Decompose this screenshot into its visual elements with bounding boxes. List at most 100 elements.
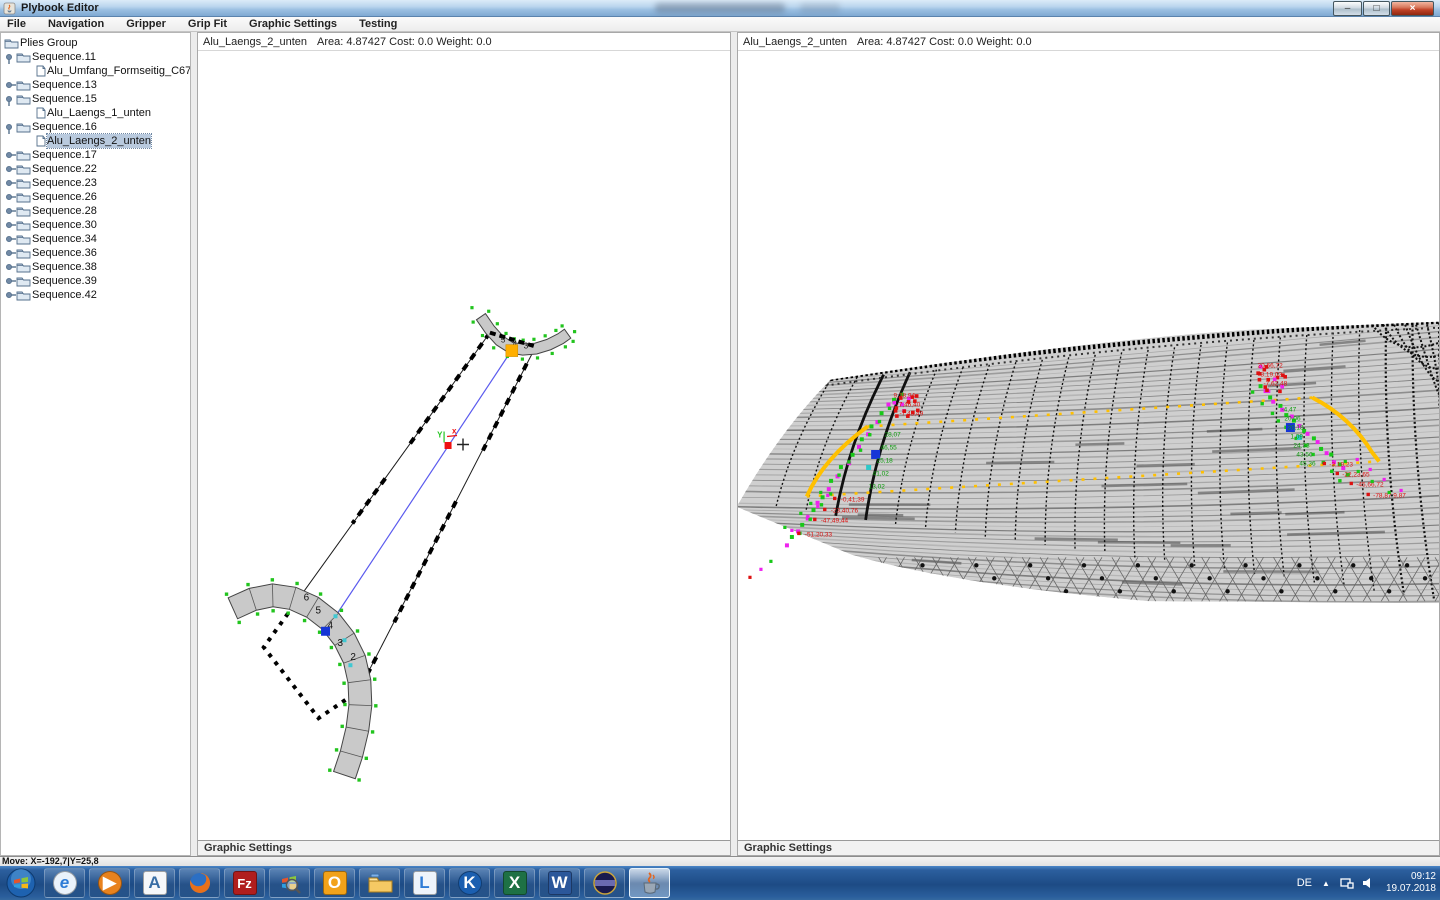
java-app-icon[interactable] [629, 868, 670, 898]
window-titlebar: Plybook Editor – □ × [0, 0, 1440, 17]
word-icon[interactable]: W [539, 868, 580, 898]
tree-item-sequence-34[interactable]: Sequence.34 [1, 232, 190, 246]
background-window-smudge [800, 3, 840, 13]
media-player-icon[interactable]: ▶ [89, 868, 130, 898]
tree-item-sequence-36[interactable]: Sequence.36 [1, 246, 190, 260]
svg-text:-0,41,39: -0,41,39 [841, 496, 865, 503]
keepass-icon-glyph: K [458, 871, 482, 895]
svg-text:9,38,94: 9,38,94 [894, 393, 916, 400]
menu-item-graphic-settings[interactable]: Graphic Settings [238, 17, 348, 32]
java-cup-glyph [639, 871, 661, 895]
svg-text:1,09: 1,09 [1290, 434, 1303, 441]
folder-icon [16, 163, 31, 175]
svg-text:25,18: 25,18 [877, 457, 894, 464]
folder-icon [16, 261, 31, 273]
svg-text:28,07: 28,07 [885, 432, 902, 439]
volume-icon[interactable] [1362, 877, 1374, 889]
tray-time: 09:12 [1386, 871, 1436, 883]
windows-orb-icon [6, 868, 36, 898]
filezilla-icon[interactable]: Fz [224, 868, 265, 898]
menu-item-file[interactable]: File [0, 17, 37, 32]
svg-text:24,33: 24,33 [1293, 442, 1310, 449]
excel-icon[interactable]: X [494, 868, 535, 898]
keepass-icon[interactable]: K [449, 868, 490, 898]
language-indicator[interactable]: DE [1297, 877, 1312, 889]
window-controls: – □ × [1332, 1, 1434, 16]
svg-text:3: 3 [337, 638, 343, 649]
svg-text:-7,62,48: -7,62,48 [1264, 381, 1288, 388]
flat-view-canvas[interactable]: 65432543Yx [198, 51, 730, 840]
graphic-settings-bar-right[interactable]: Graphic Settings [738, 840, 1439, 855]
tree-item-sequence-26[interactable]: Sequence.26 [1, 190, 190, 204]
tree-item-label: Sequence.15 [32, 92, 97, 106]
folder-icon [16, 79, 31, 91]
tree-item-alu-laengs-2-unten[interactable]: Alu_Laengs_2_unten [1, 134, 190, 148]
svg-text:20,18: 20,18 [1287, 425, 1304, 432]
firefox-glyph [188, 871, 212, 895]
menu-item-testing[interactable]: Testing [348, 17, 408, 32]
svg-text:-4,47: -4,47 [1281, 407, 1296, 414]
tree-item-sequence-17[interactable]: Sequence.17 [1, 148, 190, 162]
folder-icon [16, 93, 31, 105]
word-icon-glyph: W [548, 871, 572, 895]
close-button[interactable]: × [1391, 1, 1434, 16]
magnifier-glyph [278, 871, 302, 895]
tree-item-label: Plies Group [20, 36, 77, 50]
folder-icon [16, 149, 31, 161]
tree-item-plies-group[interactable]: Plies Group [1, 36, 190, 50]
svg-text:6: 6 [304, 592, 310, 603]
minimize-button[interactable]: – [1333, 1, 1362, 16]
maximize-button[interactable]: □ [1363, 1, 1390, 16]
tree-item-label: Sequence.30 [32, 218, 97, 232]
tray-date: 19.07.2018 [1386, 883, 1436, 895]
menu-bar: FileNavigationGripperGrip FitGraphic Set… [0, 17, 1440, 32]
tree-item-sequence-13[interactable]: Sequence.13 [1, 78, 190, 92]
menu-item-gripper[interactable]: Gripper [115, 17, 177, 32]
app-icon [3, 2, 16, 15]
explorer-icon[interactable] [359, 868, 400, 898]
sync-tool-icon[interactable]: L [404, 868, 445, 898]
tree-item-alu-laengs-1-unten[interactable]: Alu_Laengs_1_unten [1, 106, 190, 120]
folder-icon [16, 233, 31, 245]
outlook-icon[interactable]: O [314, 868, 355, 898]
tree-item-sequence-15[interactable]: Sequence.15 [1, 92, 190, 106]
folder-icon [16, 247, 31, 259]
svg-text:20,66,72: 20,66,72 [1258, 363, 1284, 370]
tree-item-sequence-42[interactable]: Sequence.42 [1, 288, 190, 302]
folder-icon [16, 219, 31, 231]
svg-text:-7,46,40: -7,46,40 [897, 402, 921, 409]
tree-item-sequence-23[interactable]: Sequence.23 [1, 176, 190, 190]
search-tool-icon[interactable] [269, 868, 310, 898]
tree-item-label: Sequence.16 [32, 120, 97, 134]
tree-item-sequence-22[interactable]: Sequence.22 [1, 162, 190, 176]
svg-text:41,02: 41,02 [873, 470, 890, 477]
firefox-icon[interactable] [179, 868, 220, 898]
menu-item-grip-fit[interactable]: Grip Fit [177, 17, 238, 32]
tree-item-sequence-28[interactable]: Sequence.28 [1, 204, 190, 218]
show-hidden-icons-arrow[interactable]: ▲ [1322, 879, 1330, 888]
menu-item-navigation[interactable]: Navigation [37, 17, 115, 32]
network-icon[interactable] [1340, 877, 1354, 889]
svg-text:-51,20,33: -51,20,33 [805, 531, 833, 538]
excel-icon-glyph: X [503, 871, 527, 895]
surface-view-canvas[interactable]: 9,38,94-7,46,40-7,45,4928,0746,5525,1841… [738, 51, 1439, 840]
folder-icon [16, 205, 31, 217]
tree-item-sequence-11[interactable]: Sequence.11 [1, 50, 190, 64]
folder-icon [16, 177, 31, 189]
tree-item-label: Alu_Laengs_1_unten [47, 106, 151, 120]
tree-item-alu-umfang-formseitig-c67-ic66[interactable]: Alu_Umfang_Formseitig_C67-IC66 [1, 64, 190, 78]
clock[interactable]: 09:12 19.07.2018 [1386, 871, 1436, 895]
tree-item-label: Sequence.26 [32, 190, 97, 204]
folder-icon [16, 275, 31, 287]
surface-view-header: Alu_Laengs_2_untenArea: 4.87427 Cost: 0.… [738, 33, 1439, 51]
eclipse-icon[interactable] [584, 868, 625, 898]
tree-item-sequence-38[interactable]: Sequence.38 [1, 260, 190, 274]
tree-item-sequence-39[interactable]: Sequence.39 [1, 274, 190, 288]
tree-item-sequence-16[interactable]: Sequence.16 [1, 120, 190, 134]
tree-item-label: Sequence.38 [32, 260, 97, 274]
internet-explorer-icon[interactable]: e [44, 868, 85, 898]
text-app-icon[interactable]: A [134, 868, 175, 898]
tree-item-sequence-30[interactable]: Sequence.30 [1, 218, 190, 232]
graphic-settings-bar-left[interactable]: Graphic Settings [198, 840, 730, 855]
start-button[interactable] [2, 868, 40, 898]
